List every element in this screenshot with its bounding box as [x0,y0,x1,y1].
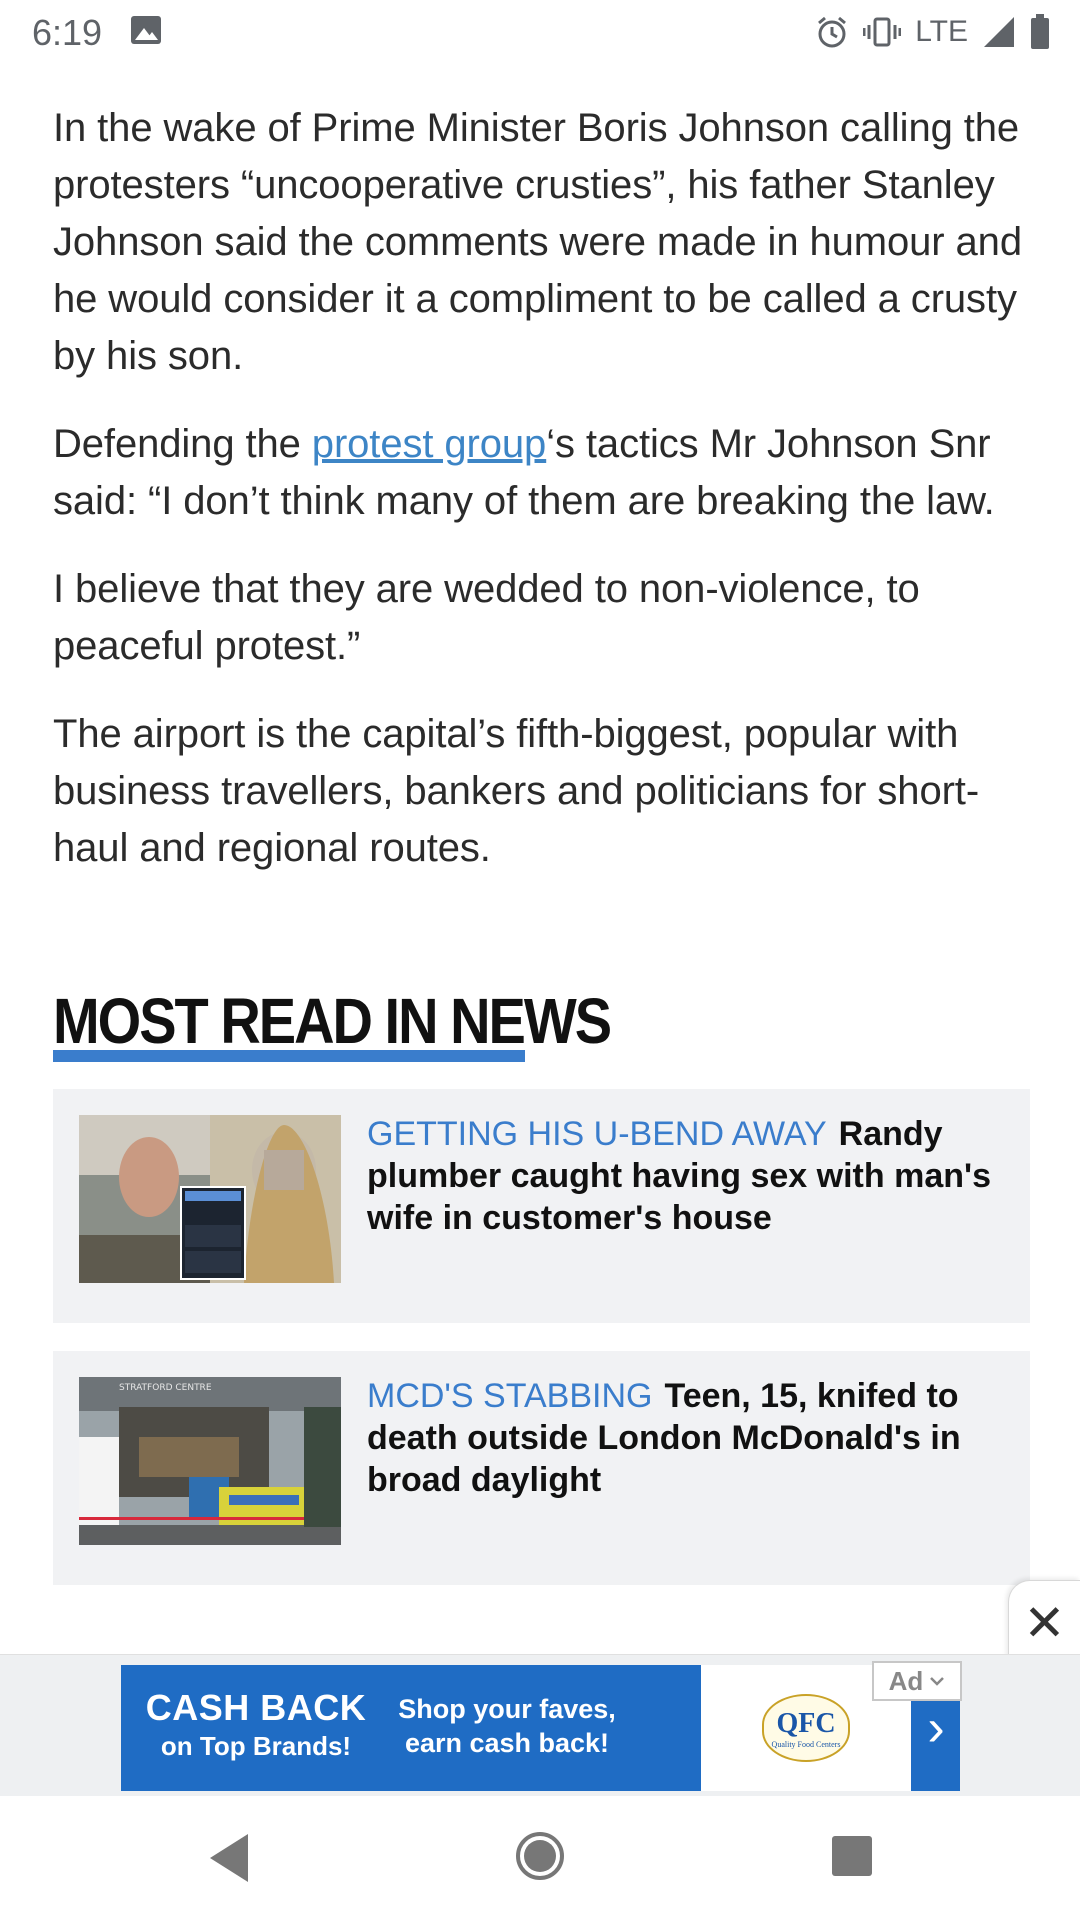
protest-group-link[interactable]: protest group [312,422,547,466]
article-paragraph: In the wake of Prime Minister Boris John… [53,106,1022,378]
recents-icon[interactable] [832,1836,872,1876]
section-title-underline [53,1050,525,1062]
image-sign-text: STRATFORD CENTRE [119,1383,212,1393]
chevron-down-icon [930,1677,945,1686]
signal-icon [984,17,1014,47]
section-title: MOST READ IN NEWS [53,984,612,1057]
paragraph-text: Defending the [53,422,312,466]
logo-subtext: Quality Food Centers [771,1739,841,1749]
close-ad-button[interactable]: ✕ [1008,1580,1080,1664]
ad-banner[interactable]: CASH BACK on Top Brands! Shop your faves… [121,1665,960,1791]
article-paragraph: The airport is the capital’s fifth-bigge… [53,712,980,870]
ad-headline: CASH BACK on Top Brands! [121,1665,391,1791]
image-icon [131,16,161,44]
home-icon[interactable] [516,1832,564,1880]
ad-tagline-line: Shop your faves, [398,1694,616,1724]
news-kicker: MCD'S STABBING [367,1377,653,1415]
vibrate-icon [863,17,902,47]
article-paragraph: I believe that they are wedded to non-vi… [53,567,920,668]
news-thumbnail: STRATFORD CENTRE [79,1377,341,1545]
qfc-logo: QFC Quality Food Centers [762,1694,850,1762]
news-card-text: MCD'S STABBING Teen, 15, knifed to death … [367,1375,997,1501]
navigation-bar [0,1796,1080,1920]
news-card-text: GETTING HIS U-BEND AWAY Randy plumber cau… [367,1113,997,1239]
back-icon[interactable] [210,1834,248,1882]
article-body: In the wake of Prime Minister Boris John… [53,100,1033,908]
ad-top-brands: on Top Brands! [160,1731,352,1761]
battery-icon [1031,14,1049,49]
network-type: LTE [915,15,968,48]
ad-chip-label: Ad [888,1665,924,1696]
status-icons: LTE [815,12,1050,52]
ad-cash-back: CASH BACK [145,1687,367,1728]
logo-text: QFC [776,1707,836,1739]
news-kicker: GETTING HIS U-BEND AWAY [367,1115,827,1153]
ad-choices-chip[interactable]: Ad [872,1661,962,1701]
alarm-icon [818,16,847,48]
news-thumbnail [79,1115,341,1283]
ad-area: CASH BACK on Top Brands! Shop your faves… [0,1654,1080,1796]
news-card[interactable]: STRATFORD CENTRE MCD'S STABBING Teen, 15,… [53,1351,1030,1585]
status-bar: 6:19 LTE [0,0,1080,62]
ad-tagline-line: earn cash back! [404,1728,610,1758]
status-time: 6:19 [32,12,103,53]
news-card[interactable]: GETTING HIS U-BEND AWAY Randy plumber cau… [53,1089,1030,1323]
close-icon: ✕ [1023,1594,1066,1651]
ad-tagline: Shop your faves, earn cash back! [393,1665,621,1791]
article-paragraph: Defending the protest group‘s tactics Mr… [53,416,1033,530]
